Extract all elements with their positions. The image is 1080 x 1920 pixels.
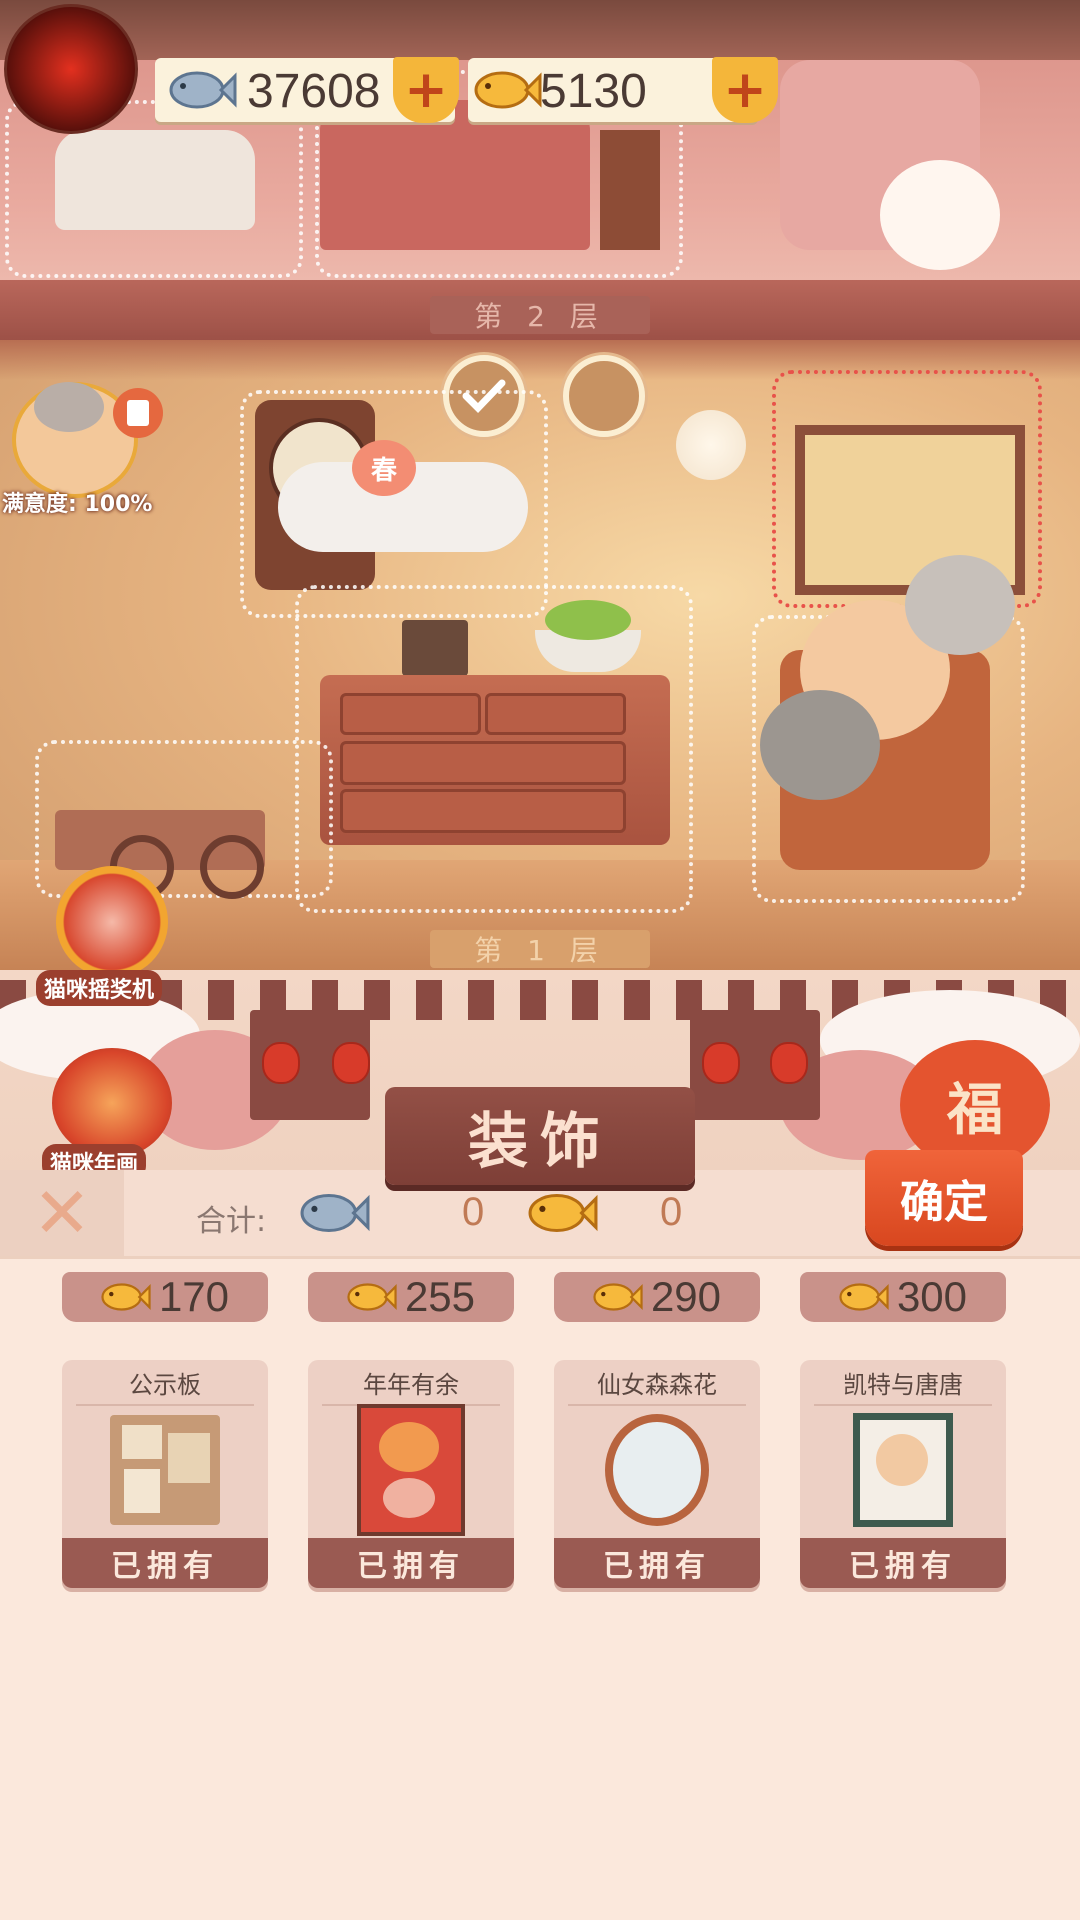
floor-2-room[interactable] [0, 0, 1080, 340]
koi-painting-icon [52, 1048, 172, 1158]
ceiling-lamp [676, 410, 746, 480]
hair [34, 382, 104, 432]
item-price: 255 [404, 1273, 476, 1320]
new-year-painting-button[interactable]: 猫咪年画 [42, 1040, 182, 1180]
total-label: 合计: [196, 1204, 267, 1239]
white-cat-character[interactable] [880, 160, 1000, 270]
item-owned-status: 已拥有 [800, 1538, 1006, 1588]
item-price-tag: 255 [308, 1272, 514, 1322]
item-name: 仙女森森花 [568, 1360, 746, 1406]
item-name: 凯特与唐唐 [814, 1360, 992, 1406]
slot-outline [240, 390, 548, 618]
item-image [800, 1406, 1006, 1534]
item-owned-status: 已拥有 [554, 1538, 760, 1588]
drawer [485, 693, 626, 735]
item-price-tag: 170 [62, 1272, 268, 1322]
flower-mirror-icon [605, 1414, 709, 1526]
grey-cat-character[interactable] [760, 690, 880, 800]
gold-total-value: 0 [660, 1190, 683, 1234]
close-button[interactable]: ✕ [0, 1170, 124, 1256]
item-owned-status: 已拥有 [62, 1538, 268, 1588]
claw-machine-icon [56, 866, 168, 978]
item-price: 170 [158, 1273, 230, 1320]
cart-wheel [200, 835, 264, 899]
decoration-item-card[interactable]: 凯特与唐唐 已拥有 [800, 1360, 1006, 1588]
silver-fish-icon [300, 1193, 370, 1233]
gold-fish-icon [474, 71, 542, 109]
gold-fish-count: 5130 [540, 65, 647, 118]
silver-fish-icon [169, 71, 237, 109]
item-price-tag: 300 [800, 1272, 1006, 1322]
red-lantern [332, 1042, 370, 1084]
red-lantern [702, 1042, 740, 1084]
item-image [554, 1406, 760, 1534]
gold-fish-icon [101, 1283, 151, 1311]
gold-fish-icon [839, 1283, 889, 1311]
bulletin-board-icon [110, 1415, 220, 1525]
dresser-decoration[interactable] [320, 675, 670, 845]
drawer [340, 741, 626, 785]
decoration-item-card[interactable]: 公示板 已拥有 [62, 1360, 268, 1588]
silver-total-value: 0 [462, 1190, 485, 1234]
item-price: 300 [896, 1273, 968, 1320]
gold-fish-icon [593, 1283, 643, 1311]
gold-fish-icon [528, 1193, 598, 1233]
item-price: 290 [650, 1273, 722, 1320]
decoration-item-card[interactable]: 年年有余 已拥有 [308, 1360, 514, 1588]
floor-2-label: 第 2 层 [430, 296, 650, 334]
panel-title: 装饰 [385, 1087, 695, 1185]
red-lantern [262, 1042, 300, 1084]
item-name: 公示板 [76, 1360, 254, 1406]
silver-fish-count: 37608 [247, 65, 381, 118]
item-owned-status: 已拥有 [308, 1538, 514, 1588]
koi-scroll-painting-icon [357, 1404, 465, 1536]
drawer [340, 693, 481, 735]
item-name: 年年有余 [322, 1360, 500, 1406]
profile-avatar[interactable] [4, 4, 138, 134]
notebook-icon[interactable] [113, 388, 163, 438]
satisfaction-label: 满意度: 100% [2, 492, 153, 517]
claw-machine-label: 猫咪摇奖机 [36, 970, 163, 1006]
portrait-frame-icon [853, 1413, 953, 1527]
decoration-item-card[interactable]: 仙女森森花 已拥有 [554, 1360, 760, 1588]
item-price-tag: 290 [554, 1272, 760, 1322]
item-image [308, 1404, 514, 1536]
item-image [62, 1406, 268, 1534]
confirm-button[interactable]: 确定 [865, 1150, 1023, 1246]
red-lantern [770, 1042, 808, 1084]
add-gold-fish-button[interactable]: + [712, 57, 778, 123]
green-fruit [545, 600, 631, 640]
ceiling-trim [0, 0, 1080, 60]
variant-radio[interactable] [563, 355, 645, 437]
claw-machine-button[interactable]: 猫咪摇奖机 [36, 860, 182, 1010]
notebook-glyph [127, 400, 149, 426]
add-silver-fish-button[interactable]: + [393, 57, 459, 123]
floor-1-label: 第 1 层 [430, 930, 650, 968]
grandma-hair [905, 555, 1015, 655]
drawer [340, 789, 626, 833]
photo-frame-decoration[interactable] [402, 620, 468, 676]
gold-fish-icon [347, 1283, 397, 1311]
